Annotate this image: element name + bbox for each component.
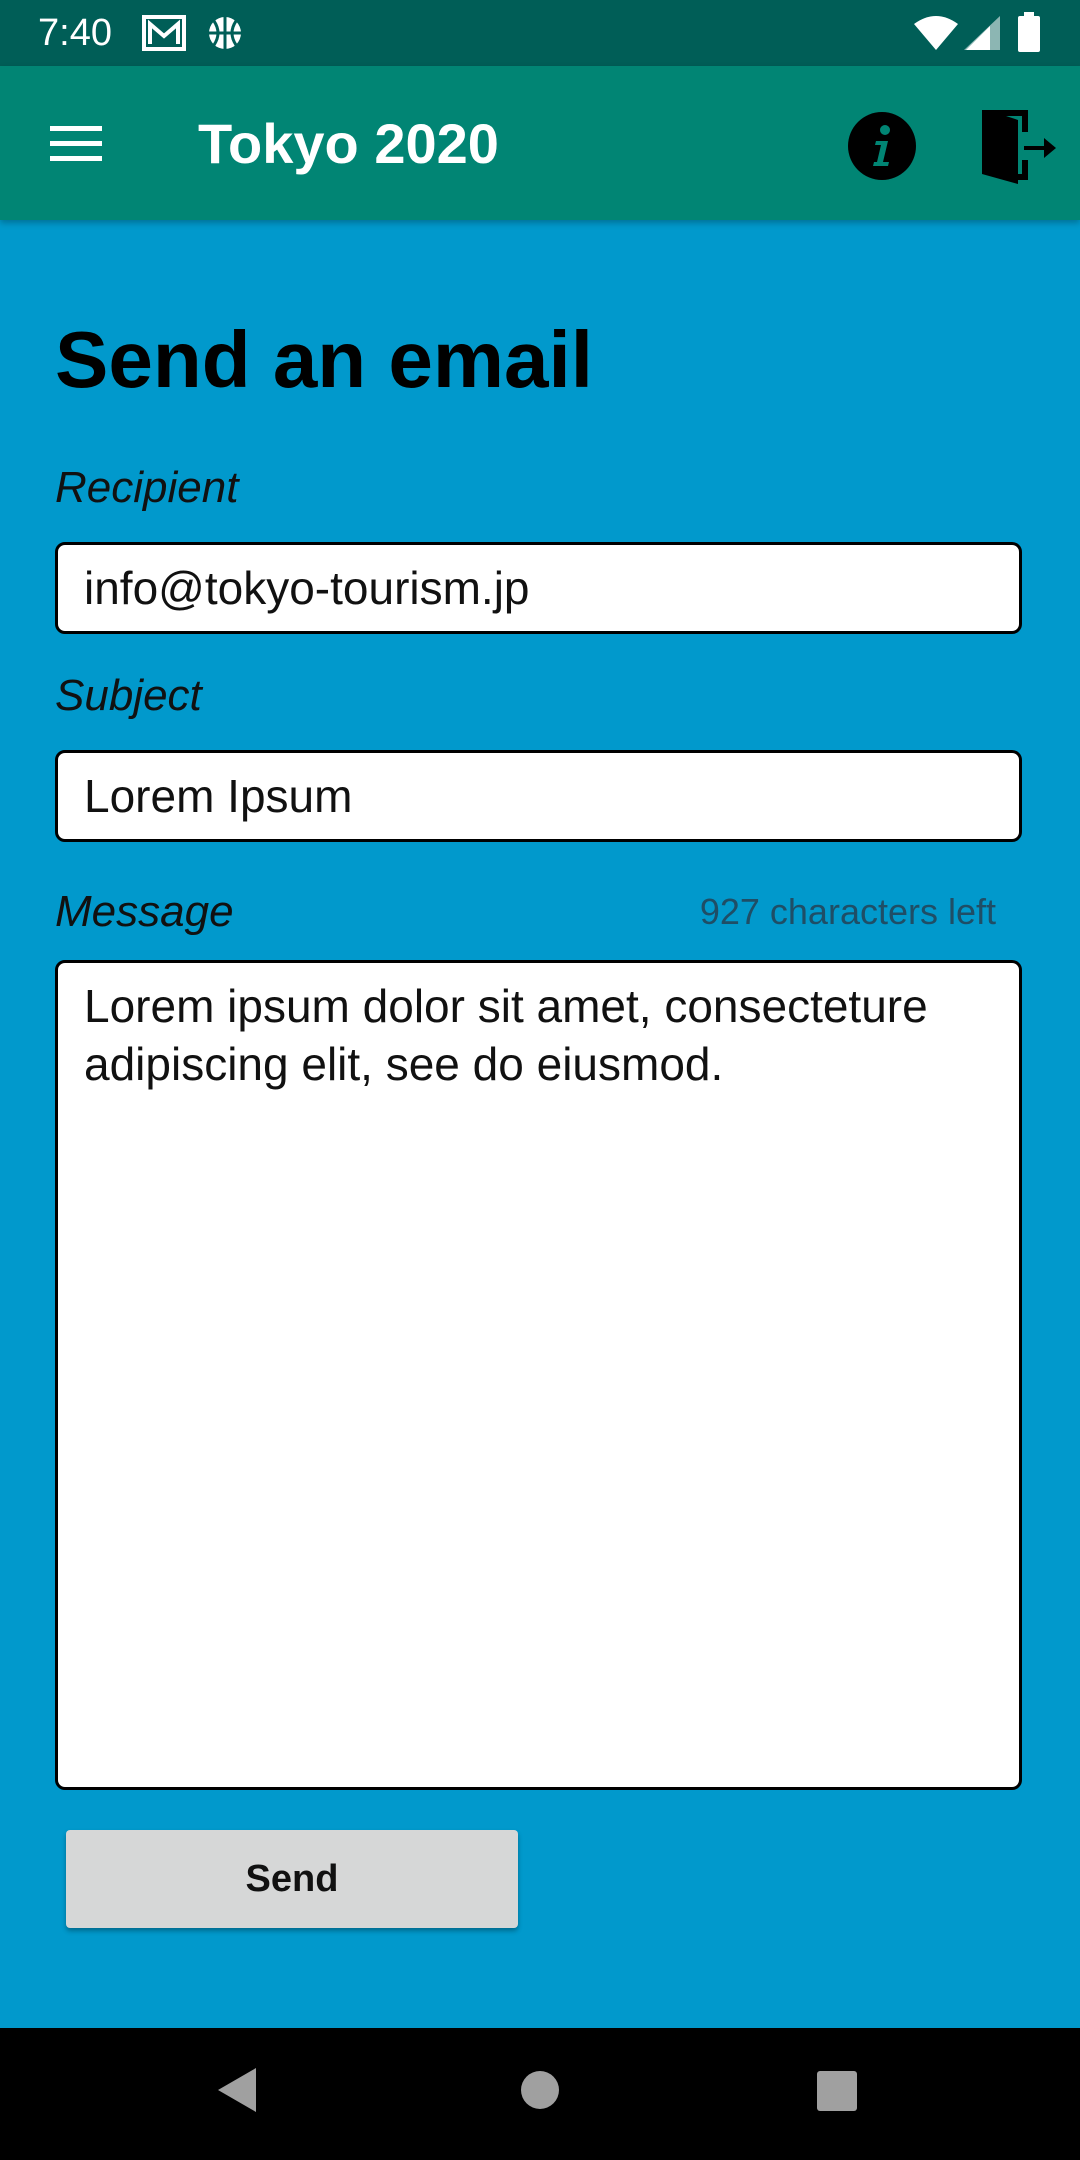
- info-button[interactable]: [846, 110, 918, 182]
- home-icon[interactable]: [520, 2070, 560, 2115]
- message-textarea[interactable]: Lorem ipsum dolor sit amet, consecteture…: [55, 960, 1022, 1790]
- battery-icon: [1018, 12, 1040, 57]
- wifi-icon: [914, 16, 958, 55]
- status-bar: 7:40: [0, 0, 1080, 66]
- navigation-bar: [0, 2028, 1080, 2160]
- subject-label: Subject: [55, 671, 202, 720]
- recipient-input[interactable]: [55, 542, 1022, 634]
- message-label: Message: [55, 887, 234, 936]
- cell-signal-icon: [964, 16, 1000, 55]
- back-icon[interactable]: [216, 2066, 260, 2119]
- recents-icon[interactable]: [816, 2070, 858, 2117]
- basketball-icon: [206, 14, 244, 57]
- menu-icon: [50, 126, 102, 161]
- app-title: Tokyo 2020: [198, 112, 499, 175]
- send-button[interactable]: Send: [66, 1830, 518, 1928]
- gmail-icon: [142, 14, 186, 57]
- menu-button[interactable]: [36, 110, 118, 178]
- logout-icon: [982, 110, 1056, 184]
- character-counter: 927 characters left: [699, 891, 996, 932]
- app-bar: Tokyo 2020: [0, 66, 1080, 220]
- subject-input[interactable]: [55, 750, 1022, 842]
- page-title: Send an email: [55, 315, 593, 404]
- logout-button[interactable]: [976, 104, 1060, 188]
- recipient-label: Recipient: [55, 463, 239, 512]
- info-icon: [848, 112, 916, 180]
- status-time: 7:40: [38, 12, 112, 54]
